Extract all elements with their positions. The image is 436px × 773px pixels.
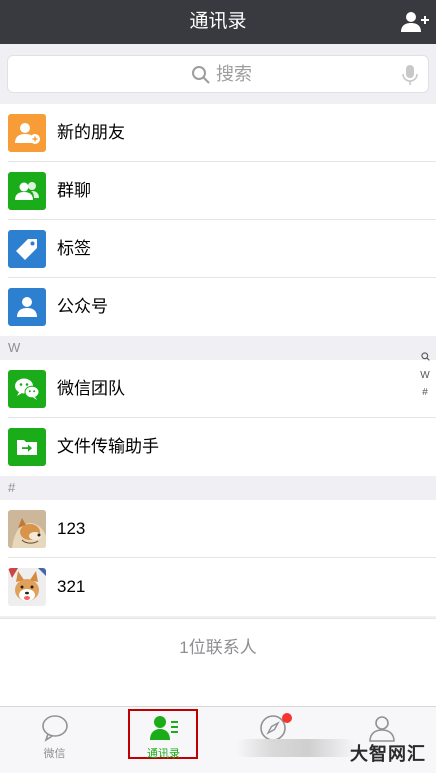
list-item-new-friends[interactable]: 新的朋友 bbox=[0, 104, 436, 162]
list-item-contact-123[interactable]: 123 bbox=[0, 500, 436, 558]
list-item-label: 公众号 bbox=[57, 297, 108, 316]
list-item-official-accounts[interactable]: 公众号 bbox=[0, 278, 436, 336]
tab-contacts[interactable]: 通讯录 bbox=[109, 707, 218, 773]
microphone-icon[interactable] bbox=[400, 63, 420, 87]
contact-count-area: 1位联系人 bbox=[0, 618, 436, 706]
contact-count: 1位联系人 bbox=[179, 638, 257, 657]
divider bbox=[0, 618, 436, 619]
search-input[interactable]: 搜索 bbox=[7, 55, 429, 93]
nav-bar: 通讯录 bbox=[0, 0, 436, 44]
person-icon bbox=[369, 716, 395, 742]
add-contact-icon[interactable] bbox=[398, 6, 430, 38]
search-area: 搜索 bbox=[0, 44, 436, 104]
list-item-tags[interactable]: 标签 bbox=[0, 220, 436, 278]
list-item-label: 321 bbox=[57, 577, 86, 596]
shiba-avatar bbox=[8, 510, 46, 548]
index-letter-w[interactable]: W bbox=[418, 367, 432, 384]
tab-label: 微信 bbox=[43, 748, 66, 760]
contacts-icon bbox=[150, 716, 178, 740]
notification-badge bbox=[282, 713, 292, 723]
search-placeholder: 搜索 bbox=[216, 64, 252, 84]
list-item-label: 新的朋友 bbox=[57, 123, 125, 142]
list-item-file-transfer[interactable]: 文件传输助手 bbox=[0, 418, 436, 476]
page-title: 通讯录 bbox=[189, 11, 247, 32]
alphabet-index-bar[interactable]: W # bbox=[418, 350, 432, 401]
official-accounts-icon bbox=[8, 288, 46, 326]
list-item-group-chat[interactable]: 群聊 bbox=[0, 162, 436, 220]
list-item-label: 123 bbox=[57, 519, 86, 538]
tab-chats[interactable]: 微信 bbox=[0, 707, 109, 773]
wechat-team-icon bbox=[8, 370, 46, 408]
index-search-icon[interactable] bbox=[418, 350, 432, 367]
list-item-wechat-team[interactable]: 微信团队 bbox=[0, 360, 436, 418]
blurred-region bbox=[236, 739, 356, 757]
list-item-label: 文件传输助手 bbox=[57, 437, 159, 456]
list-item-label: 群聊 bbox=[57, 181, 91, 200]
list-item-contact-321[interactable]: 321 bbox=[0, 558, 436, 616]
tag-icon bbox=[8, 230, 46, 268]
chat-bubble-icon bbox=[42, 715, 68, 742]
list-item-label: 微信团队 bbox=[57, 379, 125, 398]
list-item-label: 标签 bbox=[57, 239, 91, 258]
watermark: 大智网汇 bbox=[350, 744, 426, 764]
new-friends-icon bbox=[8, 114, 46, 152]
section-header-hash: # bbox=[0, 477, 436, 499]
corgi-avatar bbox=[8, 568, 46, 606]
tab-label: 通讯录 bbox=[147, 748, 180, 760]
file-transfer-icon bbox=[8, 428, 46, 466]
group-chat-icon bbox=[8, 172, 46, 210]
index-letter-hash[interactable]: # bbox=[418, 384, 432, 401]
section-header-w: W bbox=[0, 337, 436, 359]
